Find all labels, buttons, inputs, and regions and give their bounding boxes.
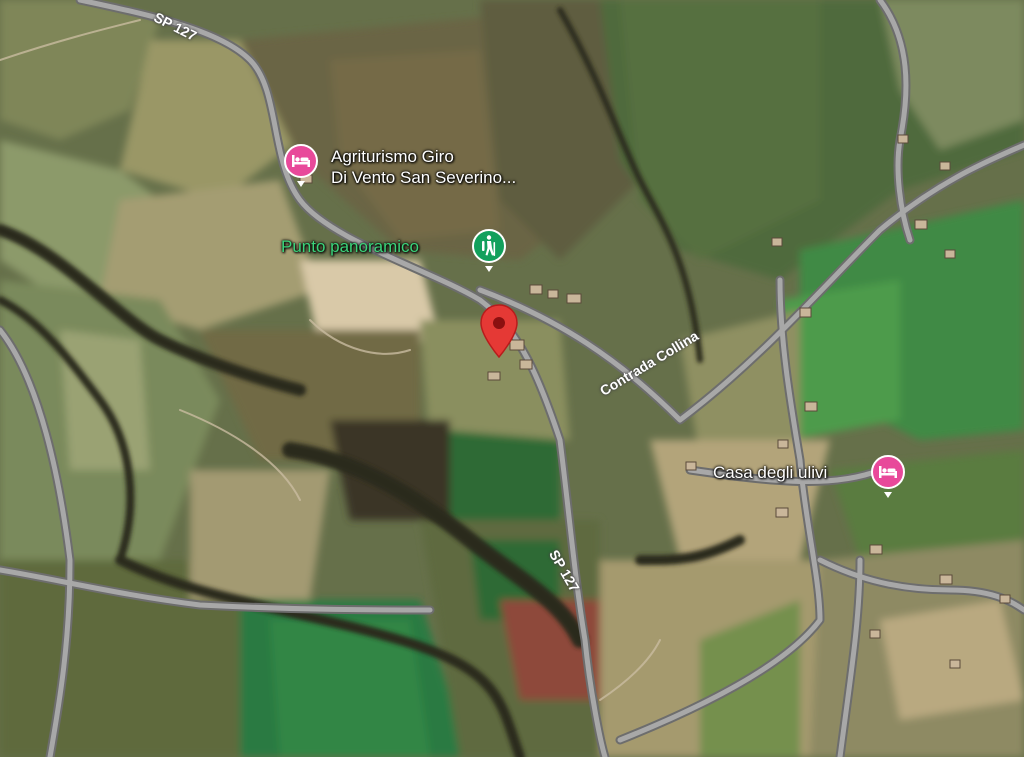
poi-casa-degli-ulivi-label[interactable]: Casa degli ulivi <box>713 462 827 483</box>
poi-agriturismo-label[interactable]: Agriturismo Giro Di Vento San Severino..… <box>331 146 516 188</box>
hiking-icon[interactable] <box>471 228 507 272</box>
poi-punto-panoramico-label[interactable]: Punto panoramico <box>281 236 419 257</box>
location-pin-icon[interactable] <box>478 303 520 361</box>
poi-agriturismo-name-line1: Agriturismo Giro <box>331 147 454 166</box>
bed-icon[interactable] <box>283 143 319 187</box>
poi-agriturismo-name-line2: Di Vento San Severino... <box>331 168 517 187</box>
satellite-imagery <box>0 0 1024 757</box>
satellite-map[interactable]: SP 127 SP 127 Contrada Collina Agrituris… <box>0 0 1024 757</box>
bed-icon[interactable] <box>870 454 906 498</box>
